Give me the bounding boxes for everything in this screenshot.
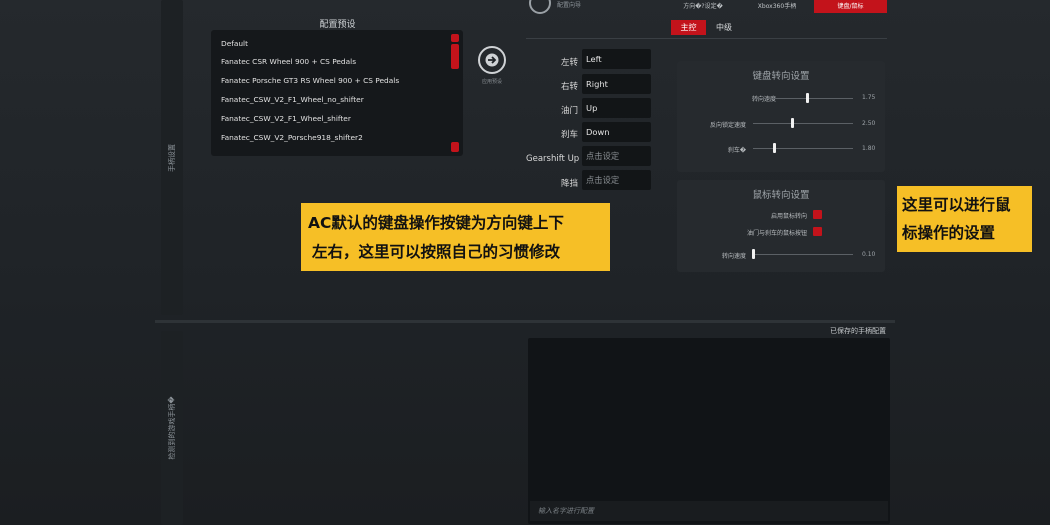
scroll-down-button[interactable]: [451, 142, 459, 152]
controller-settings-strip: 手柄设置: [161, 0, 183, 315]
check-label-mouse-buttons: 油门与刹车的鼠标按钮: [746, 230, 807, 237]
config-name-input[interactable]: 输入名字进行配置: [530, 501, 888, 521]
mouse-steer-title: 鼠标转向设置: [752, 190, 810, 201]
slider-track-steer-speed[interactable]: [753, 98, 853, 99]
enable-mouse-checkbox[interactable]: [813, 210, 822, 219]
subtab-advanced[interactable]: 中级: [708, 20, 740, 35]
preset-item[interactable]: Fanatec_CSW_V2_F1_Wheel_shifter: [221, 114, 351, 123]
key-label-brake: 刹车: [560, 130, 578, 140]
scrollbar-thumb[interactable]: [451, 44, 459, 69]
preset-item[interactable]: Fanatec Porsche GT3 RS Wheel 900 + CS Pe…: [221, 76, 399, 85]
key-input-downshift[interactable]: 点击设定: [582, 170, 651, 190]
apply-preset-label: 应用预设: [481, 79, 502, 85]
preset-item[interactable]: Fanatec_CSW_V2_Porsche918_shifter2: [221, 133, 363, 142]
arrow-right-icon: [485, 53, 499, 67]
mouse-annotation-line2: 标操作的设置: [902, 224, 996, 242]
slider-thumb-brake[interactable]: [773, 143, 776, 153]
slider-track-counter-lock[interactable]: [753, 123, 853, 124]
wizard-label: 配置向导: [557, 2, 582, 9]
scroll-up-button[interactable]: [451, 34, 459, 42]
keyboard-annotation-line1: AC默认的键盘操作按键为方向键上下: [308, 214, 564, 232]
slider-track-mouse-steer-speed[interactable]: [753, 254, 853, 255]
slider-track-brake[interactable]: [753, 148, 853, 149]
keyboard-steer-panel: 键盘转向设置: [677, 61, 885, 172]
slider-value-brake: 1.80: [862, 145, 876, 152]
keyboard-annotation: AC默认的键盘操作按键为方向键上下 左右，这里可以按照自己的习惯修改: [301, 203, 610, 271]
slider-thumb-counter-lock[interactable]: [791, 118, 794, 128]
tab-keyboard-mouse[interactable]: 键盘/鼠标: [814, 0, 887, 13]
section-divider: [155, 320, 895, 323]
slider-thumb-mouse-steer-speed[interactable]: [752, 249, 755, 259]
detected-controllers-strip: 检测到的游戏手柄�: [161, 331, 183, 525]
apply-preset-button[interactable]: [478, 46, 506, 74]
tab-wheel-setup[interactable]: 方向�?设定�: [672, 0, 734, 13]
wizard-logo-icon[interactable]: [529, 0, 551, 14]
preset-list[interactable]: Default Fanatec CSR Wheel 900 + CS Pedal…: [211, 30, 463, 156]
key-label-gearshift-up: Gearshift Up: [526, 154, 580, 164]
key-input-throttle[interactable]: Up: [582, 98, 651, 118]
key-label-throttle: 油门: [560, 106, 578, 116]
controller-settings-label: 手柄设置: [168, 143, 176, 172]
key-input-brake[interactable]: Down: [582, 122, 651, 142]
slider-thumb-steer-speed[interactable]: [806, 93, 809, 103]
slider-value-steer-speed: 1.75: [862, 94, 876, 101]
subtab-main[interactable]: 主控: [671, 20, 706, 35]
key-input-right[interactable]: Right: [582, 74, 651, 94]
check-label-enable-mouse: 启用鼠标转向: [770, 213, 807, 220]
slider-label-brake: 刹车�: [727, 147, 746, 154]
key-input-gearshift-up[interactable]: 点击设定: [582, 146, 651, 166]
tab-xbox360[interactable]: Xbox360手柄: [746, 0, 808, 13]
detected-controllers-label: 检测到的游戏手柄�: [168, 396, 176, 460]
slider-label-counter-lock: 反向锁定速度: [709, 122, 746, 129]
key-label-downshift: 降挡: [560, 179, 578, 189]
preset-item[interactable]: Fanatec CSR Wheel 900 + CS Pedals: [221, 57, 356, 66]
header-divider: [526, 38, 887, 39]
preset-item[interactable]: Fanatec_CSW_V2_F1_Wheel_no_shifter: [221, 95, 364, 104]
slider-label-mouse-steer-speed: 转向速度: [721, 253, 746, 260]
key-label-right: 右转: [560, 82, 578, 92]
keyboard-steer-title: 键盘转向设置: [752, 71, 810, 82]
key-input-left[interactable]: Left: [582, 49, 651, 69]
mouse-annotation-line1: 这里可以进行鼠: [902, 196, 1011, 214]
slider-value-counter-lock: 2.50: [862, 120, 876, 127]
key-label-left: 左转: [560, 58, 578, 68]
mouse-annotation: 这里可以进行鼠 标操作的设置: [897, 186, 1032, 252]
saved-configs-label: 已保存的手柄配置: [830, 327, 886, 335]
slider-value-mouse-steer-speed: 0.10: [862, 251, 876, 258]
preset-item[interactable]: Default: [221, 39, 248, 48]
presets-title: 配置预设: [319, 20, 356, 30]
saved-configs-list[interactable]: [528, 338, 890, 524]
mouse-buttons-checkbox[interactable]: [813, 227, 822, 236]
keyboard-annotation-line2: 左右，这里可以按照自己的习惯修改: [312, 243, 561, 261]
